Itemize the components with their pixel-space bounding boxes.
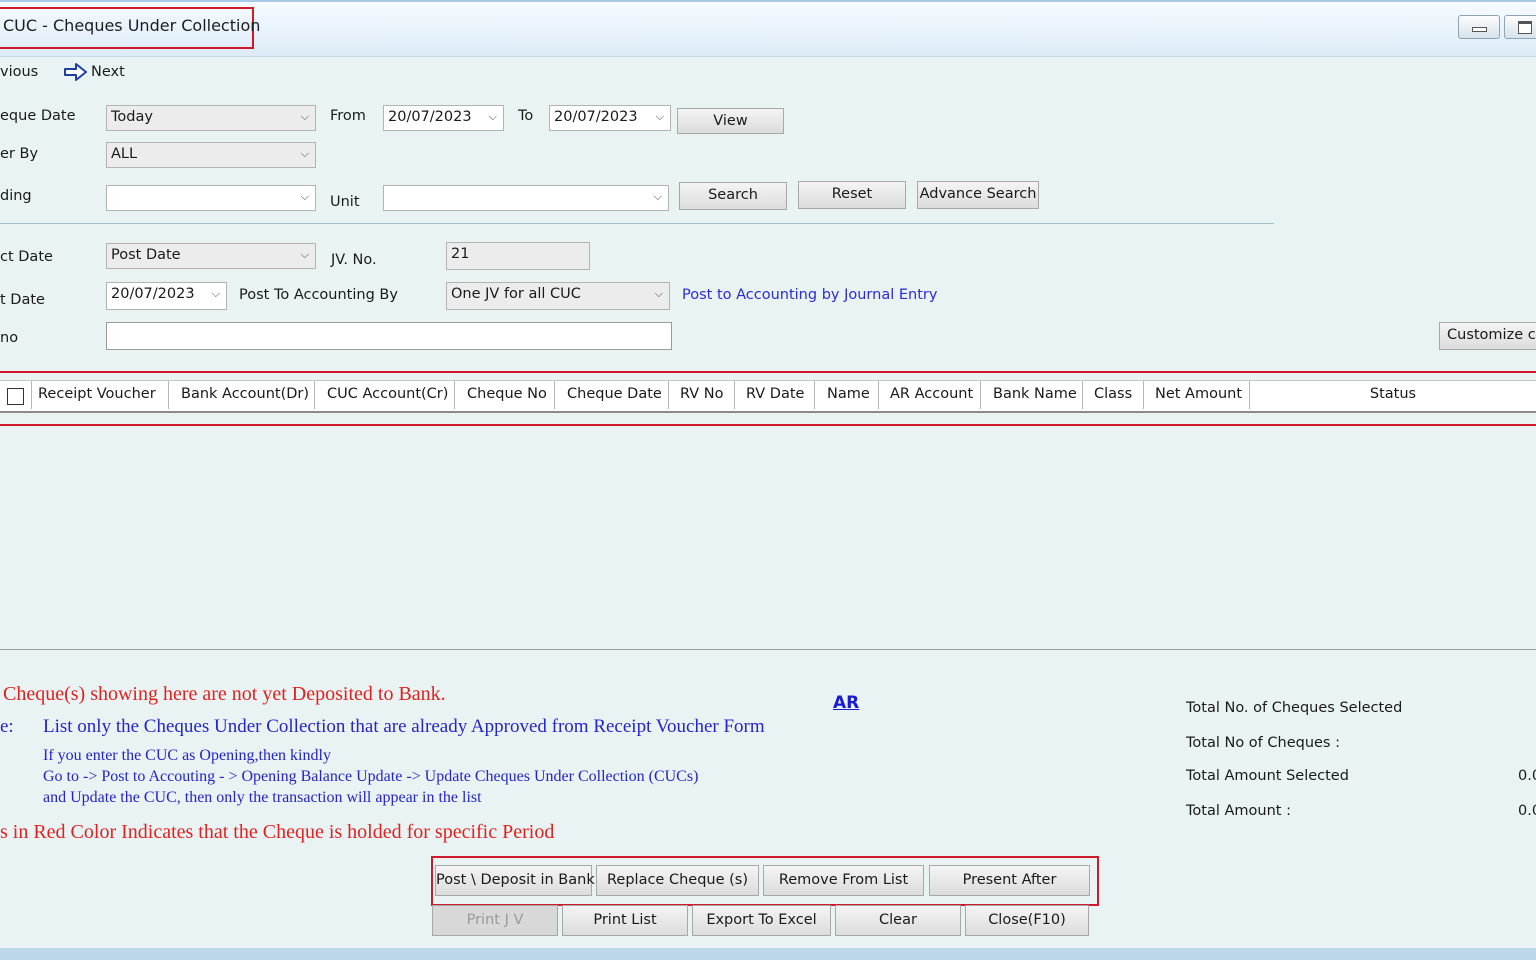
chevron-down-icon: ⌵ <box>655 110 664 123</box>
post-date-value: 20/07/2023 <box>111 286 195 302</box>
post-date-label: t Date <box>0 292 45 308</box>
cheque-date-select[interactable]: Today ⌵ <box>106 105 316 131</box>
note-approved-only: List only the Cheques Under Collection t… <box>43 716 765 737</box>
chevron-down-icon: ⌵ <box>300 190 309 203</box>
window-title: CUC - Cheques Under Collection <box>3 16 261 35</box>
chevron-down-icon: ⌵ <box>300 110 309 123</box>
chevron-down-icon: ⌵ <box>654 287 663 300</box>
export-excel-button[interactable]: Export To Excel <box>692 905 831 936</box>
jv-no-label: JV. No. <box>331 252 377 268</box>
search-button[interactable]: Search <box>679 182 787 210</box>
post-date-picker[interactable]: 20/07/2023 ⌵ <box>106 282 227 310</box>
status-strip <box>0 948 1536 960</box>
print-jv-button[interactable]: Print J V <box>432 905 558 936</box>
total-amount-label: Total Amount : <box>1186 803 1291 819</box>
next-button[interactable]: Next <box>63 61 133 83</box>
total-amount-value: 0.0 <box>1518 803 1536 819</box>
advance-search-button[interactable]: Advance Search <box>917 181 1039 209</box>
to-date-value: 20/07/2023 <box>554 109 638 125</box>
select-date-select[interactable]: Post Date ⌵ <box>106 243 316 269</box>
maximize-button[interactable] <box>1504 15 1536 39</box>
to-label: To <box>518 108 534 124</box>
unit-select[interactable]: ⌵ <box>383 185 669 211</box>
post-deposit-button[interactable]: Post \ Deposit in Bank <box>435 865 595 896</box>
present-after-button[interactable]: Present After <box>929 865 1090 896</box>
total-selected-count-label: Total No. of Cheques Selected <box>1186 700 1403 716</box>
to-date-picker[interactable]: 20/07/2023 ⌵ <box>549 105 671 131</box>
cheque-date-value: Today <box>111 109 153 125</box>
chevron-down-icon: ⌵ <box>300 147 309 160</box>
memo-input[interactable] <box>106 322 672 350</box>
holding-label: ding <box>0 188 32 204</box>
note-opening-3: and Update the CUC, then only the transa… <box>43 789 482 806</box>
ar-link[interactable]: AR <box>833 693 859 713</box>
minimize-button[interactable] <box>1458 15 1500 39</box>
maximize-icon <box>1518 21 1532 34</box>
remove-from-list-button[interactable]: Remove From List <box>763 865 924 896</box>
view-button[interactable]: View <box>677 108 784 134</box>
cheque-date-label: eque Date <box>0 108 76 124</box>
previous-button[interactable]: vious <box>0 64 38 80</box>
minimize-icon <box>1472 27 1487 32</box>
close-button[interactable]: Close(F10) <box>965 905 1089 936</box>
post-by-label: Post To Accounting By <box>239 287 398 303</box>
note-prefix: e: <box>0 716 14 737</box>
print-list-button[interactable]: Print List <box>562 905 688 936</box>
chevron-down-icon: ⌵ <box>300 248 309 261</box>
grid-body[interactable] <box>0 424 1536 650</box>
select-date-label: ct Date <box>0 249 53 265</box>
clear-button[interactable]: Clear <box>835 905 961 936</box>
chevron-down-icon: ⌵ <box>653 190 662 203</box>
from-label: From <box>330 108 366 124</box>
total-amount-selected-value: 0.0 <box>1518 768 1536 784</box>
chevron-down-icon: ⌵ <box>211 287 220 300</box>
post-by-value: One JV for all CUC <box>451 286 581 302</box>
replace-cheque-button[interactable]: Replace Cheque (s) <box>596 865 759 896</box>
next-label: Next <box>91 64 125 80</box>
filter-by-value: ALL <box>111 146 138 162</box>
total-amount-selected-label: Total Amount Selected <box>1186 768 1349 784</box>
note-opening-1: If you enter the CUC as Opening,then kin… <box>43 747 331 764</box>
note-red-color: s in Red Color Indicates that the Cheque… <box>0 821 555 843</box>
note-not-deposited: Cheque(s) showing here are not yet Depos… <box>3 683 446 705</box>
filter-by-select[interactable]: ALL ⌵ <box>106 142 316 168</box>
note-opening-2: Go to -> Post to Accouting - > Opening B… <box>43 768 699 785</box>
grid-header-highlight <box>0 371 1536 426</box>
next-arrow-icon <box>64 63 87 81</box>
jv-no-field[interactable]: 21 <box>446 242 590 270</box>
section-divider <box>0 223 1274 224</box>
reset-button[interactable]: Reset <box>798 181 906 209</box>
holding-select[interactable]: ⌵ <box>106 185 316 211</box>
total-count-label: Total No of Cheques : <box>1186 735 1340 751</box>
post-by-select[interactable]: One JV for all CUC ⌵ <box>446 282 670 310</box>
journal-entry-link[interactable]: Post to Accounting by Journal Entry <box>682 287 937 303</box>
memo-label: no <box>0 330 19 346</box>
filter-by-label: er By <box>0 146 39 162</box>
chevron-down-icon: ⌵ <box>488 110 497 123</box>
from-date-picker[interactable]: 20/07/2023 ⌵ <box>383 105 504 131</box>
unit-label: Unit <box>330 194 360 210</box>
customize-columns-button[interactable]: Customize col <box>1439 322 1536 350</box>
select-date-value: Post Date <box>111 247 181 263</box>
from-date-value: 20/07/2023 <box>388 109 472 125</box>
